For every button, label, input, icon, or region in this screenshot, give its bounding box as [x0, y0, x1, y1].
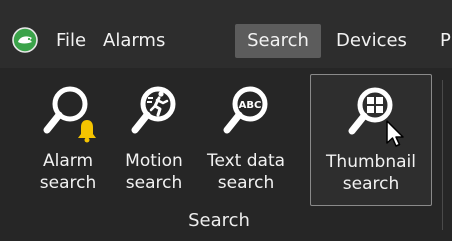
app-logo-icon[interactable]: [12, 27, 38, 53]
alarm-search-label: Alarm search: [39, 151, 97, 193]
thumbnail-search-label: Thumbnail search: [326, 152, 416, 194]
ribbon-search-group: Alarm search Motion search ABC Text data: [0, 68, 452, 241]
ribbon-group-label: Search: [188, 210, 250, 231]
menu-devices[interactable]: Devices: [336, 24, 407, 58]
motion-search-label: Motion search: [125, 151, 183, 193]
mouse-cursor-icon: [386, 120, 404, 147]
text-data-search-button[interactable]: ABC Text data search: [200, 74, 292, 206]
ribbon-group-divider: [442, 80, 443, 230]
menu-bar: File Alarms Search Devices P: [0, 0, 452, 68]
text-search-icon: ABC: [223, 86, 268, 134]
alarm-search-button[interactable]: Alarm search: [22, 74, 114, 206]
motion-search-button[interactable]: Motion search: [108, 74, 200, 206]
text-data-search-label: Text data search: [206, 151, 286, 193]
thumbnail-search-button[interactable]: Thumbnail search: [310, 74, 432, 206]
menu-file[interactable]: File: [56, 24, 86, 58]
menu-alarms[interactable]: Alarms: [103, 24, 165, 58]
motion-search-icon: [131, 86, 176, 134]
menu-search[interactable]: Search: [235, 24, 321, 58]
abc-icon-text: ABC: [239, 100, 262, 111]
alarm-search-icon: [43, 86, 96, 143]
menu-more[interactable]: P: [440, 24, 451, 58]
